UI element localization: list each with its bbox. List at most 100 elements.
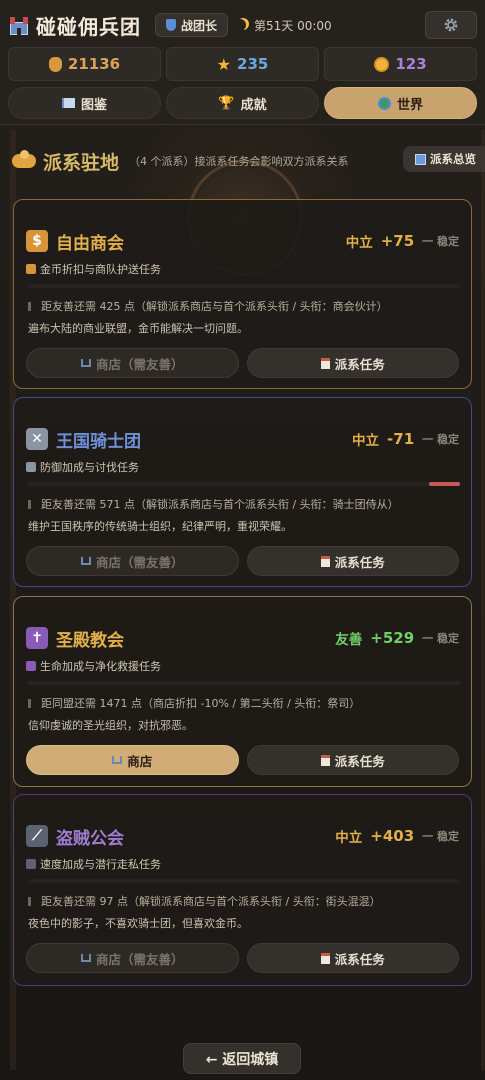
goal-icon bbox=[28, 699, 31, 708]
section-header: 派系驻地 （4 个派系）接派系任务会影响双方派系关系 派系总览 bbox=[12, 145, 485, 177]
relation-status: 中立 +403 一 稳定 bbox=[335, 826, 459, 846]
faction-name: 圣殿教会 bbox=[56, 630, 124, 651]
shop-label: 商店（需友善） bbox=[95, 554, 184, 570]
quest-label: 派系任务 bbox=[334, 753, 385, 769]
trend-indicator: 一 稳定 bbox=[422, 830, 459, 843]
goal-text: 距友善还需 425 点（解锁派系商店与首个派系头衔 / 头衔：商会伙计） bbox=[41, 300, 388, 313]
app-title: 碰碰佣兵团 bbox=[36, 14, 141, 39]
tab-world[interactable]: 世界 bbox=[324, 87, 477, 119]
perk-icon bbox=[26, 661, 36, 671]
quest-label: 派系任务 bbox=[334, 356, 385, 372]
perk-text: 速度加成与潜行走私任务 bbox=[40, 858, 161, 871]
tab-codex[interactable]: 图鉴 bbox=[8, 87, 161, 119]
cart-icon bbox=[80, 359, 91, 367]
shop-label: 商店（需友善） bbox=[95, 951, 184, 967]
faction-quest-button[interactable]: 派系任务 bbox=[246, 943, 459, 973]
settings-button[interactable] bbox=[425, 11, 477, 39]
next-tier-goal: 距友善还需 571 点（解锁派系商店与首个派系头衔 / 头衔：骑士团侍从） bbox=[28, 496, 399, 512]
money-bag-icon: $ bbox=[26, 230, 48, 252]
faction-card-royal-knights: ✕ 王国骑士团 中立 -71 一 稳定 防御加成与讨伐任务 距友善还需 571 … bbox=[13, 397, 472, 587]
relation-label: 友善 bbox=[335, 632, 363, 648]
top-bar: 碰碰佣兵团 战团长 第51天 00:00 21136 ★ 235 123 图鉴 … bbox=[0, 0, 485, 125]
faction-perk: 金币折扣与商队护送任务 bbox=[26, 261, 161, 277]
quest-label: 派系任务 bbox=[334, 554, 385, 570]
faction-shop-button[interactable]: 商店（需友善） bbox=[26, 546, 239, 576]
relation-label: 中立 bbox=[335, 830, 363, 846]
faction-quest-button[interactable]: 派系任务 bbox=[246, 745, 459, 775]
back-label: ← 返回城镇 bbox=[205, 1051, 279, 1068]
tab-achievements[interactable]: 🏆 成就 bbox=[166, 87, 319, 119]
faction-perk: 防御加成与讨伐任务 bbox=[26, 459, 139, 475]
rank-badge[interactable]: 战团长 bbox=[155, 13, 229, 37]
relation-value: +75 bbox=[380, 232, 415, 250]
title-row: 碰碰佣兵团 战团长 第51天 00:00 bbox=[8, 9, 477, 41]
faction-quest-button[interactable]: 派系任务 bbox=[246, 546, 459, 576]
back-to-town-button[interactable]: ← 返回城镇 bbox=[183, 1043, 301, 1074]
cart-icon bbox=[112, 756, 123, 764]
resource-gold: 21136 bbox=[8, 47, 161, 81]
relation-status: 中立 -71 一 稳定 bbox=[352, 429, 459, 449]
faction-header: ⟋ 盗贼公会 中立 +403 一 稳定 bbox=[26, 821, 459, 851]
handshake-icon bbox=[12, 150, 36, 168]
faction-card-holy-church: ✝ 圣殿教会 友善 +529 一 稳定 生命加成与净化救援任务 距同盟还需 14… bbox=[13, 596, 472, 787]
cart-icon bbox=[80, 557, 91, 565]
globe-icon bbox=[377, 96, 391, 110]
faction-header: ✕ 王国骑士团 中立 -71 一 稳定 bbox=[26, 424, 459, 454]
moon-icon bbox=[234, 19, 246, 31]
rank-label: 战团长 bbox=[181, 18, 218, 33]
goal-icon bbox=[28, 302, 31, 311]
perk-text: 生命加成与净化救援任务 bbox=[40, 660, 161, 673]
relation-status: 中立 +75 一 稳定 bbox=[346, 231, 459, 251]
reputation-bar bbox=[28, 879, 460, 883]
faction-shop-button[interactable]: 商店（需友善） bbox=[26, 943, 239, 973]
faction-actions: 商店（需友善） 派系任务 bbox=[26, 943, 459, 973]
trend-indicator: 一 稳定 bbox=[422, 433, 459, 446]
overview-label: 派系总览 bbox=[430, 152, 476, 166]
perk-icon bbox=[26, 264, 36, 274]
resource-stars: ★ 235 bbox=[166, 47, 319, 81]
perk-icon bbox=[26, 462, 36, 472]
goal-text: 距同盟还需 1471 点（商店折扣 -10% / 第二头衔 / 头衔：祭司） bbox=[41, 697, 361, 710]
coin-icon bbox=[374, 56, 390, 72]
faction-description: 夜色中的影子，不喜欢骑士团，但喜欢金币。 bbox=[28, 917, 248, 930]
faction-card-thieves-guild: ⟋ 盗贼公会 中立 +403 一 稳定 速度加成与潜行走私任务 距友善还需 97… bbox=[13, 794, 472, 986]
trophy-icon: 🏆 bbox=[218, 95, 235, 111]
trend-indicator: 一 稳定 bbox=[422, 632, 459, 645]
goal-text: 距友善还需 571 点（解锁派系商店与首个派系头衔 / 头衔：骑士团侍从） bbox=[41, 498, 399, 511]
faction-perk: 速度加成与潜行走私任务 bbox=[26, 856, 161, 872]
faction-quest-button[interactable]: 派系任务 bbox=[246, 348, 459, 378]
next-tier-goal: 距友善还需 425 点（解锁派系商店与首个派系头衔 / 头衔：商会伙计） bbox=[28, 298, 388, 314]
faction-header: $ 自由商会 中立 +75 一 稳定 bbox=[26, 226, 459, 256]
perk-icon bbox=[26, 859, 36, 869]
reputation-bar bbox=[28, 482, 460, 486]
next-tier-goal: 距同盟还需 1471 点（商店折扣 -10% / 第二头衔 / 头衔：祭司） bbox=[28, 695, 360, 711]
faction-shop-button[interactable]: 商店（需友善） bbox=[26, 348, 239, 378]
coins-value: 123 bbox=[395, 55, 427, 73]
dagger-icon: ⟋ bbox=[26, 825, 48, 847]
document-icon bbox=[320, 357, 330, 369]
chart-icon bbox=[415, 153, 426, 165]
relation-status: 友善 +529 一 稳定 bbox=[335, 628, 459, 648]
relation-label: 中立 bbox=[352, 433, 380, 449]
gold-value: 21136 bbox=[67, 55, 121, 73]
day-label: 第51天 00:00 bbox=[254, 18, 332, 33]
resource-coins: 123 bbox=[324, 47, 477, 81]
faction-name: 盗贼公会 bbox=[56, 828, 124, 849]
faction-perk: 生命加成与净化救援任务 bbox=[26, 658, 161, 674]
quest-label: 派系任务 bbox=[334, 951, 385, 967]
faction-header: ✝ 圣殿教会 友善 +529 一 稳定 bbox=[26, 623, 459, 653]
shield-icon bbox=[166, 19, 176, 31]
next-tier-goal: 距友善还需 97 点（解锁派系商店与首个派系头衔 / 头衔：街头混混） bbox=[28, 893, 381, 909]
relation-value: +529 bbox=[370, 629, 415, 647]
holy-cross-icon: ✝ bbox=[26, 627, 48, 649]
book-icon bbox=[61, 98, 75, 108]
faction-description: 维护王国秩序的传统骑士组织，纪律严明，重视荣耀。 bbox=[28, 520, 292, 533]
reputation-fill bbox=[429, 482, 460, 486]
day-time: 第51天 00:00 bbox=[236, 17, 332, 34]
faction-actions: 商店（需友善） 派系任务 bbox=[26, 348, 459, 378]
faction-shop-button[interactable]: 商店 bbox=[26, 745, 239, 775]
faction-overview-button[interactable]: 派系总览 bbox=[403, 146, 485, 172]
perk-text: 金币折扣与商队护送任务 bbox=[40, 263, 161, 276]
faction-actions: 商店（需友善） 派系任务 bbox=[26, 546, 459, 576]
stars-value: 235 bbox=[237, 55, 269, 73]
